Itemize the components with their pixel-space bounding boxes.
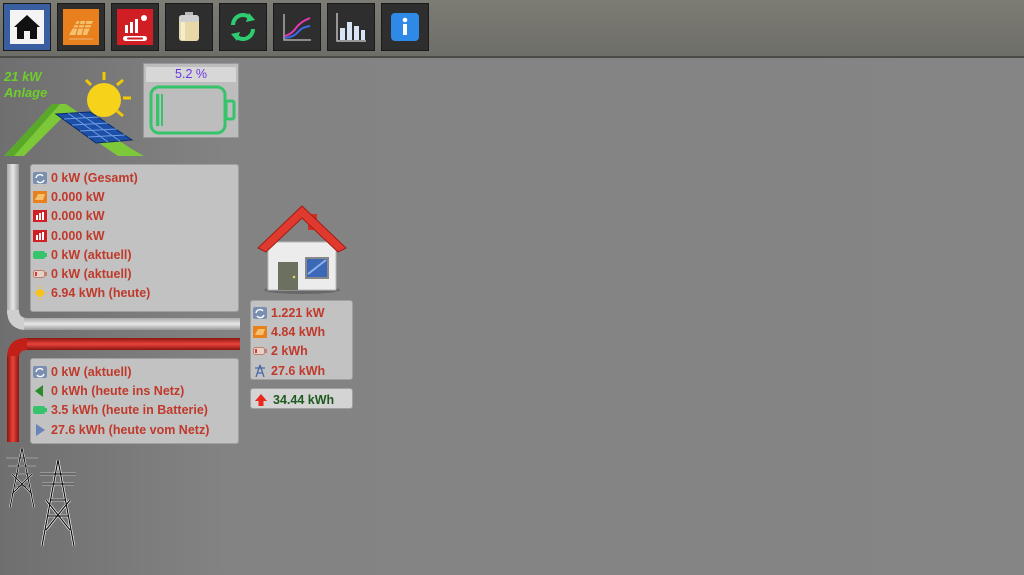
battery-button[interactable] bbox=[165, 3, 213, 51]
refresh-icon bbox=[32, 365, 47, 378]
solar-panel-icon bbox=[54, 111, 134, 144]
arrow-right-icon bbox=[32, 423, 47, 436]
chart-bar-button[interactable] bbox=[327, 3, 375, 51]
house-value: 4.84 kWh bbox=[271, 324, 326, 339]
house-row: 1.221 kW bbox=[252, 303, 352, 322]
battery-charge-icon bbox=[32, 404, 47, 416]
home-button[interactable] bbox=[3, 3, 51, 51]
grid-panel: 0 kW (aktuell) 0 kWh (heute ins Netz) 3.5 … bbox=[30, 358, 239, 444]
battery-discharge-icon bbox=[252, 345, 267, 357]
inverter-icon bbox=[32, 229, 47, 242]
production-value: 0.000 kW bbox=[51, 189, 105, 204]
production-value: 0.000 kW bbox=[51, 209, 105, 224]
sun-icon bbox=[84, 72, 131, 118]
house-value: 27.6 kWh bbox=[271, 363, 326, 378]
total-box: 34.44 kWh bbox=[250, 388, 353, 409]
battery-percent: 5.2 % bbox=[146, 67, 236, 82]
power-tower-icon bbox=[6, 447, 76, 547]
refresh-icon bbox=[231, 13, 255, 41]
production-row: 0 kW (aktuell) bbox=[32, 264, 238, 283]
solar-panel-icon bbox=[252, 325, 267, 338]
production-value: 0 kW (aktuell) bbox=[51, 267, 132, 282]
house-row: 27.6 kWh bbox=[252, 361, 352, 380]
solar-panel-icon bbox=[63, 9, 99, 45]
grid-value: 27.6 kWh (heute vom Netz) bbox=[51, 422, 210, 437]
grid-row: 0 kWh (heute ins Netz) bbox=[32, 381, 238, 400]
production-row: 0.000 kW bbox=[32, 226, 238, 245]
battery-discharge-icon bbox=[32, 268, 47, 280]
arrow-up-icon bbox=[255, 393, 267, 406]
production-row: 0 kW (aktuell) bbox=[32, 245, 238, 264]
battery-charge-icon bbox=[32, 249, 47, 261]
sun-icon bbox=[32, 286, 47, 301]
toolbar bbox=[0, 0, 1024, 58]
house-panel: 1.221 kW 4.84 kWh 2 kWh 27.6 kWh bbox=[250, 300, 353, 380]
production-row: 6.94 kWh (heute) bbox=[32, 284, 238, 303]
refresh-icon bbox=[252, 306, 267, 319]
grid-value: 3.5 kWh (heute in Batterie) bbox=[51, 403, 208, 418]
production-value: 0 kW (Gesamt) bbox=[51, 170, 138, 185]
production-row: 0.000 kW bbox=[32, 187, 238, 206]
chart-line-button[interactable] bbox=[273, 3, 321, 51]
house-icon bbox=[257, 205, 347, 294]
refresh-button[interactable] bbox=[219, 3, 267, 51]
info-button[interactable] bbox=[381, 3, 429, 51]
grid-row: 3.5 kWh (heute in Batterie) bbox=[32, 401, 238, 420]
grid-value: 0 kW (aktuell) bbox=[51, 364, 132, 379]
arrow-left-icon bbox=[32, 384, 47, 397]
battery-level-icon bbox=[149, 85, 236, 135]
inverter-icon bbox=[32, 210, 47, 223]
power-tower-icon bbox=[252, 364, 267, 377]
solar-house-icon bbox=[4, 72, 144, 156]
production-value: 0.000 kW bbox=[51, 228, 105, 243]
total-energy: 34.44 kWh bbox=[273, 392, 335, 407]
battery-icon bbox=[179, 12, 199, 41]
bar-chart-icon bbox=[336, 13, 366, 42]
refresh-icon bbox=[32, 171, 47, 184]
home-icon bbox=[10, 10, 44, 44]
production-row: 0.000 kW bbox=[32, 207, 238, 226]
production-value: 6.94 kWh (heute) bbox=[51, 286, 151, 301]
inverter-icon bbox=[117, 9, 153, 45]
solar-panel-icon bbox=[32, 190, 47, 203]
house-row: 4.84 kWh bbox=[252, 322, 352, 341]
solar-button[interactable] bbox=[57, 3, 105, 51]
production-panel: 0 kW (Gesamt) 0.000 kW 0.000 kW 0.000 kW 0 k… bbox=[30, 164, 239, 312]
house-value: 1.221 kW bbox=[271, 305, 325, 320]
grid-row: 27.6 kWh (heute vom Netz) bbox=[32, 420, 238, 439]
house-value: 2 kWh bbox=[271, 344, 308, 359]
line-chart-icon bbox=[283, 14, 311, 41]
grid-row: 0 kW (aktuell) bbox=[32, 362, 238, 381]
production-value: 0 kW (aktuell) bbox=[51, 247, 132, 262]
battery-widget: 5.2 % bbox=[143, 63, 239, 138]
inverter-button[interactable] bbox=[111, 3, 159, 51]
info-icon bbox=[391, 13, 419, 41]
grid-value: 0 kWh (heute ins Netz) bbox=[51, 383, 185, 398]
production-row: 0 kW (Gesamt) bbox=[32, 168, 238, 187]
house-row: 2 kWh bbox=[252, 342, 352, 361]
